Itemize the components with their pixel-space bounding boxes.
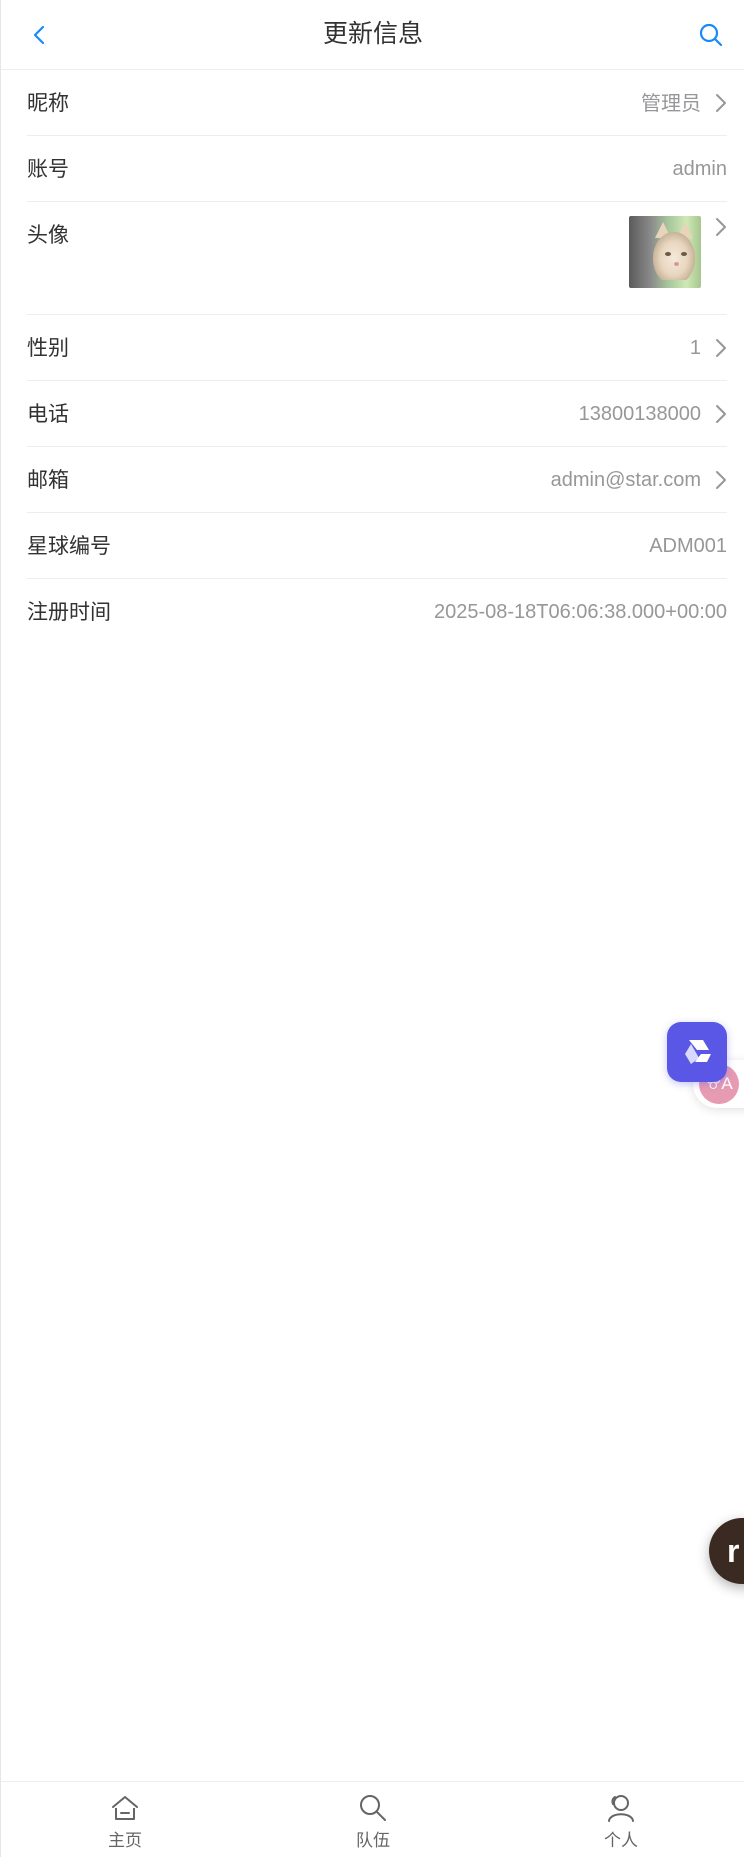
planet-code-value: ADM001 — [649, 535, 727, 557]
cell-label: 星球编号 — [27, 534, 111, 558]
nickname-value: 管理员 — [641, 91, 701, 115]
tab-label: 主页 — [108, 1831, 142, 1851]
email-value: admin@star.com — [550, 469, 701, 491]
email-cell[interactable]: 邮箱 admin@star.com — [27, 447, 727, 513]
user-icon — [605, 1792, 637, 1824]
tab-profile[interactable]: 个人 — [497, 1782, 744, 1857]
planet-code-cell: 星球编号 ADM001 — [27, 513, 727, 579]
page-title: 更新信息 — [322, 19, 423, 48]
chevron-right-icon — [707, 381, 727, 447]
profile-field-list: 昵称 管理员 账号 admin 头像 性别 1 电话 13800138000 邮… — [1, 70, 744, 645]
phone-cell[interactable]: 电话 13800138000 — [27, 381, 727, 447]
avatar-container — [629, 202, 701, 315]
cell-label: 性别 — [27, 336, 69, 360]
cell-label: 头像 — [27, 223, 69, 247]
search-button[interactable] — [693, 17, 729, 53]
nickname-cell[interactable]: 昵称 管理员 — [27, 70, 727, 136]
search-icon — [357, 1792, 389, 1824]
tab-team[interactable]: 队伍 — [249, 1782, 497, 1857]
register-time-value: 2025-08-18T06:06:38.000+00:00 — [433, 601, 727, 623]
ai-assistant-button[interactable] — [667, 1022, 727, 1082]
account-cell: 账号 admin — [27, 136, 727, 202]
floating-chat-button[interactable]: r — [709, 1518, 744, 1584]
cell-label: 电话 — [27, 402, 69, 426]
cell-label: 账号 — [27, 157, 69, 181]
update-info-page: 更新信息 昵称 管理员 账号 admin 头像 性别 1 电话 13800138… — [0, 0, 744, 1857]
chevron-right-icon — [707, 315, 727, 381]
account-value: admin — [672, 158, 727, 180]
tab-label: 个人 — [604, 1831, 638, 1851]
register-time-cell: 注册时间 2025-08-18T06:06:38.000+00:00 — [27, 579, 727, 645]
gender-value: 1 — [689, 337, 701, 359]
avatar[interactable] — [629, 216, 701, 288]
cell-label: 注册时间 — [27, 600, 111, 624]
nav-bar: 更新信息 — [1, 0, 744, 70]
bottom-tabbar: 主页 队伍 个人 — [1, 1781, 744, 1857]
search-icon — [699, 23, 723, 47]
chevron-right-icon — [707, 70, 727, 136]
ai-assistant-icon — [685, 1040, 711, 1064]
chevron-right-icon — [707, 202, 727, 242]
gender-cell[interactable]: 性别 1 — [27, 315, 727, 381]
home-icon — [109, 1792, 141, 1824]
chevron-right-icon — [707, 447, 727, 513]
phone-value: 13800138000 — [578, 403, 701, 425]
cell-label: 邮箱 — [27, 468, 69, 492]
tab-home[interactable]: 主页 — [1, 1782, 249, 1857]
cell-label: 昵称 — [27, 91, 69, 115]
tab-label: 队伍 — [356, 1831, 390, 1851]
avatar-cell[interactable]: 头像 — [27, 202, 727, 315]
